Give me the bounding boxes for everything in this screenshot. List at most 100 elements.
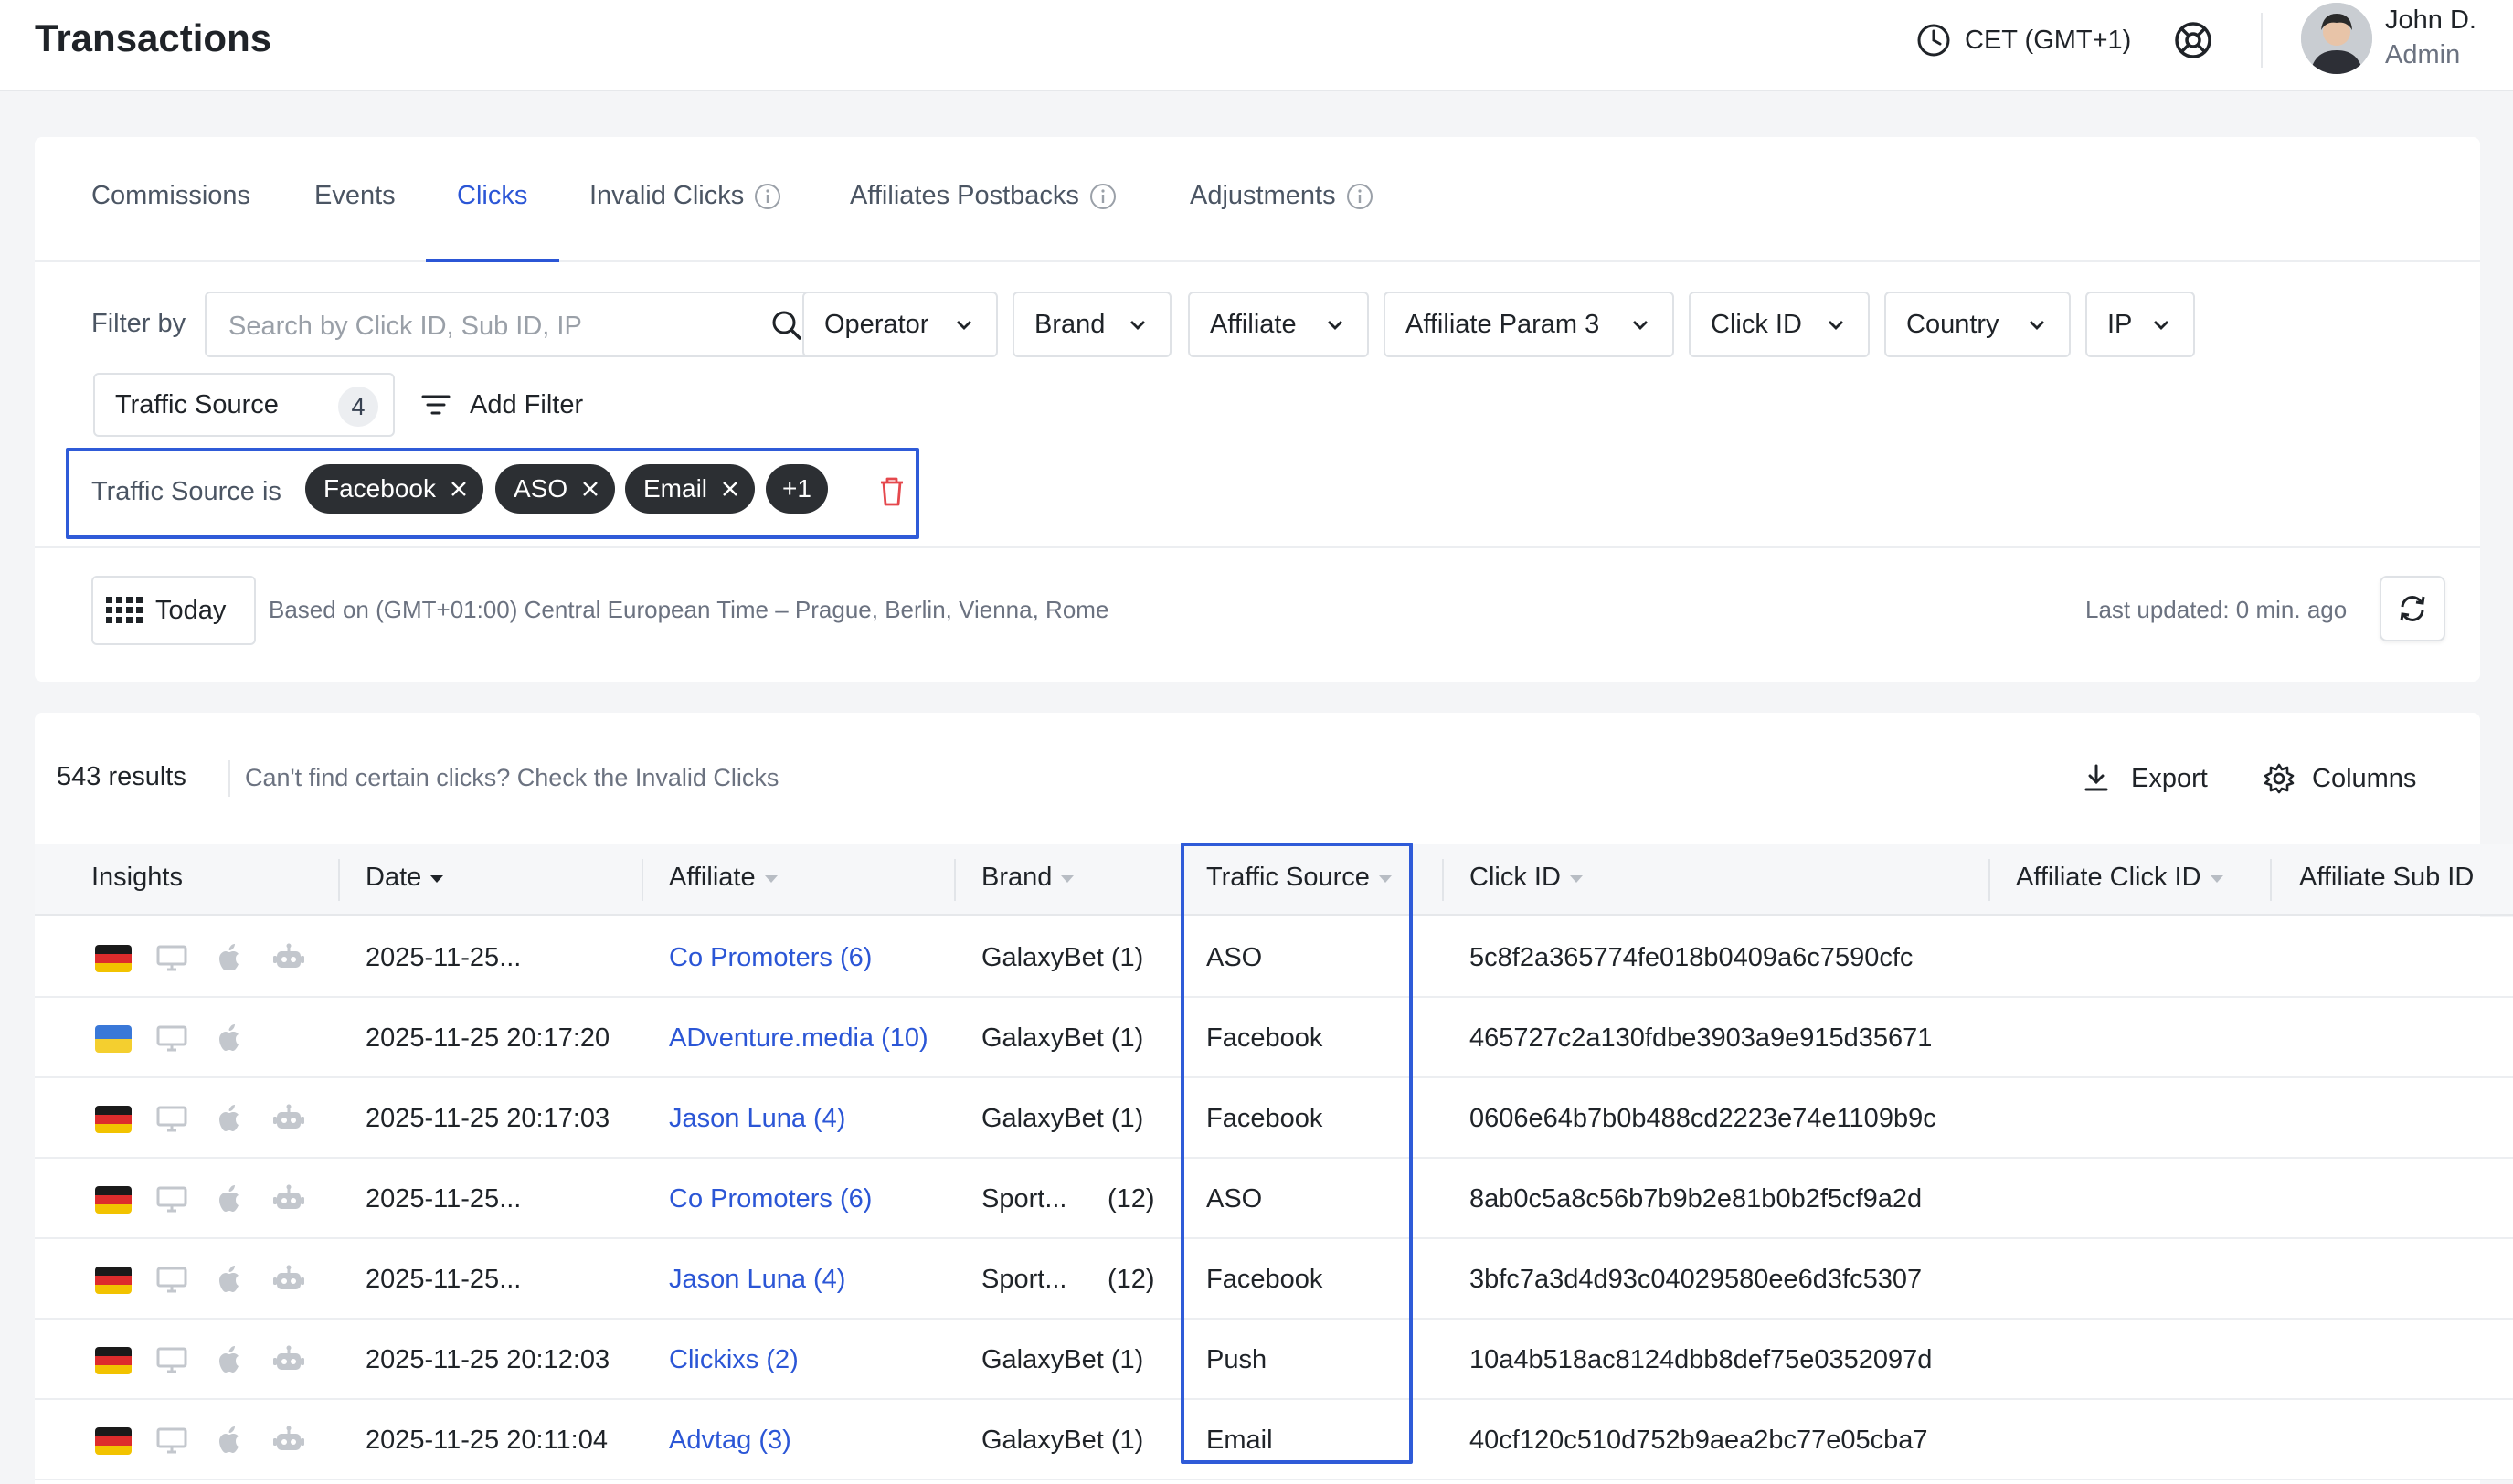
brand-count-cell: (12): [1108, 1265, 1155, 1294]
robot-icon: [272, 1182, 305, 1215]
add-filter-button[interactable]: Add Filter: [419, 373, 583, 437]
tab-events[interactable]: Events: [314, 181, 396, 211]
search-icon[interactable]: [769, 308, 804, 343]
affiliate-link[interactable]: Advtag (3): [669, 1426, 791, 1456]
affiliate-link[interactable]: Clickixs (2): [669, 1345, 799, 1375]
info-icon[interactable]: [753, 182, 782, 211]
country-dropdown[interactable]: Country: [1884, 292, 2071, 357]
date-range-button[interactable]: Today: [91, 576, 256, 645]
column-separator[interactable]: [1442, 859, 1444, 901]
filter-lines-icon: [421, 395, 451, 415]
chevron-down-icon: [1328, 321, 1342, 330]
column-header-brand[interactable]: Brand: [981, 863, 1075, 893]
filter-chip-email[interactable]: Email: [625, 464, 756, 514]
column-separator[interactable]: [642, 859, 643, 901]
tab-bar: Commissions Events Clicks Invalid Clicks…: [35, 137, 2480, 262]
date-cell: 2025-11-25...: [366, 1184, 522, 1214]
ip-dropdown[interactable]: IP: [2085, 292, 2195, 357]
column-separator[interactable]: [338, 859, 340, 901]
affiliate-param-3-dropdown[interactable]: Affiliate Param 3: [1384, 292, 1674, 357]
user-name[interactable]: John D.: [2385, 5, 2476, 36]
chevron-down-icon: [1829, 321, 1843, 330]
filter-chip-facebook[interactable]: Facebook: [305, 464, 483, 514]
tab-clicks[interactable]: Clicks: [457, 181, 527, 211]
country-flag-de-icon: [95, 1106, 132, 1133]
column-header-date[interactable]: Date: [366, 863, 444, 893]
column-separator[interactable]: [2270, 859, 2272, 901]
chip-label: +1: [782, 474, 811, 503]
close-icon[interactable]: [720, 479, 740, 499]
divider: [35, 546, 2480, 548]
desktop-icon: [155, 1263, 188, 1296]
click-id-dropdown[interactable]: Click ID: [1689, 292, 1870, 357]
active-tab-indicator: [426, 259, 559, 262]
click-id-cell: 3bfc7a3d4d93c04029580ee6d3fc5307: [1469, 1265, 1923, 1294]
close-icon[interactable]: [580, 479, 600, 499]
invalid-clicks-hint-link[interactable]: Can't find certain clicks? Check the Inv…: [245, 764, 779, 792]
robot-icon: [272, 941, 305, 974]
tab-invalid-clicks[interactable]: Invalid Clicks: [589, 181, 782, 211]
refresh-button[interactable]: [2380, 576, 2445, 641]
sort-icon: [2210, 874, 2223, 883]
avatar[interactable]: [2301, 3, 2372, 74]
download-icon: [2084, 764, 2108, 791]
robot-icon: [272, 1102, 305, 1135]
affiliate-link[interactable]: Co Promoters (6): [669, 943, 872, 973]
tab-label: Affiliates Postbacks: [850, 181, 1079, 210]
timezone-selector[interactable]: CET (GMT+1): [1915, 18, 2131, 62]
column-header-affiliate[interactable]: Affiliate: [669, 863, 778, 893]
header-label: Brand: [981, 863, 1053, 892]
search-input[interactable]: Search by Click ID, Sub ID, IP: [205, 292, 822, 357]
apple-icon: [214, 1343, 247, 1376]
column-header-affiliate-sub-id[interactable]: Affiliate Sub ID: [2299, 863, 2474, 893]
dropdown-label: IP: [2107, 309, 2133, 339]
dropdown-label: Affiliate: [1210, 309, 1297, 339]
info-icon[interactable]: [1345, 182, 1374, 211]
lifebuoy-help-icon[interactable]: [2173, 20, 2213, 60]
column-separator[interactable]: [1988, 859, 1990, 901]
affiliate-link[interactable]: Jason Luna (4): [669, 1104, 845, 1134]
chip-label: Facebook: [323, 474, 436, 503]
header-label: Insights: [91, 863, 183, 892]
column-header-insights: Insights: [91, 863, 183, 893]
info-icon[interactable]: [1088, 182, 1118, 211]
affiliate-link[interactable]: Co Promoters (6): [669, 1184, 872, 1214]
brand-dropdown[interactable]: Brand: [1013, 292, 1172, 357]
close-icon[interactable]: [449, 479, 469, 499]
tab-adjustments[interactable]: Adjustments: [1190, 181, 1374, 211]
brand-cell: GalaxyBet (1): [981, 1104, 1144, 1133]
apple-icon: [214, 941, 247, 974]
filter-chip-aso[interactable]: ASO: [495, 464, 616, 514]
affiliate-dropdown[interactable]: Affiliate: [1188, 292, 1369, 357]
column-separator[interactable]: [954, 859, 956, 901]
columns-button[interactable]: Columns: [2263, 762, 2416, 795]
active-filter-label: Traffic Source is: [91, 477, 281, 506]
affiliate-link[interactable]: ADventure.media (10): [669, 1023, 928, 1054]
click-id-cell: 40cf120c510d752b9aea2bc77e05cba7: [1469, 1426, 1928, 1455]
traffic-source-cell: Facebook: [1206, 1023, 1323, 1053]
dropdown-label: Country: [1906, 309, 1999, 339]
top-bar: Transactions CET (GMT+1) John D. Admin: [0, 0, 2513, 91]
date-cell: 2025-11-25...: [366, 943, 522, 972]
header-label: Click ID: [1469, 863, 1561, 892]
desktop-icon: [155, 1022, 188, 1055]
calendar-grid-icon: [106, 597, 143, 623]
traffic-source-filter-button[interactable]: Traffic Source 4: [93, 373, 395, 437]
traffic-source-label: Traffic Source: [115, 389, 279, 419]
affiliate-link[interactable]: Jason Luna (4): [669, 1265, 845, 1295]
tab-commissions[interactable]: Commissions: [91, 181, 250, 211]
trash-icon[interactable]: [877, 475, 907, 508]
filter-chip-more[interactable]: +1: [766, 464, 828, 514]
column-header-traffic-source[interactable]: Traffic Source: [1206, 863, 1392, 893]
tab-label: Adjustments: [1190, 181, 1336, 210]
header-label: Date: [366, 863, 422, 892]
tab-affiliates-postbacks[interactable]: Affiliates Postbacks: [850, 181, 1118, 211]
operator-dropdown[interactable]: Operator: [802, 292, 998, 357]
column-header-click-id[interactable]: Click ID: [1469, 863, 1583, 893]
header-divider: [2261, 13, 2263, 68]
last-updated-text: Last updated: 0 min. ago: [2085, 596, 2348, 623]
export-button[interactable]: Export: [2080, 762, 2208, 795]
column-header-affiliate-click-id[interactable]: Affiliate Click ID: [2016, 863, 2223, 893]
country-flag-de-icon: [95, 1427, 132, 1455]
tab-label: Invalid Clicks: [589, 181, 745, 210]
